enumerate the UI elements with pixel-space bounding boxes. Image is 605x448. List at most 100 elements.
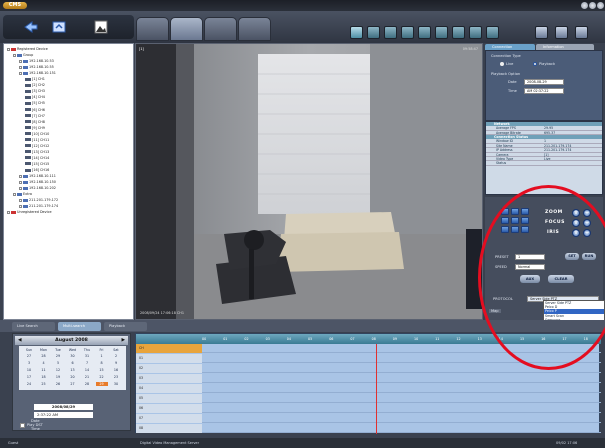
calendar-day[interactable]: 20 [67,375,79,379]
tree-node[interactable]: 192.168.10.202 [19,186,56,190]
device-connect-icon[interactable] [23,19,39,35]
tree-node[interactable]: [14] CH14 [25,156,49,160]
timeline-channel-label[interactable]: CH [136,344,202,353]
timeline-channel-label[interactable]: 04 [136,384,202,393]
layout-1-button[interactable] [350,26,363,39]
timeline-channel-label[interactable]: 07 [136,414,202,423]
image-capture-icon[interactable] [93,19,109,35]
timeline-channel-label[interactable]: 08 [136,424,202,433]
calendar-day[interactable]: 29 [52,354,64,358]
play-dst-checkbox[interactable] [20,423,25,428]
calendar-day[interactable]: 6 [67,361,79,365]
time-field[interactable]: AM 02:37:22 [524,88,564,94]
calendar-day[interactable]: 5 [52,361,64,365]
calendar-day[interactable]: 2 [110,354,122,358]
maximize-icon[interactable] [589,2,596,9]
expand-icon[interactable] [7,47,10,51]
layout-16-button[interactable] [469,26,482,39]
timeline-channel-label[interactable]: 06 [136,404,202,413]
calendar-day[interactable]: 13 [67,368,79,372]
timeline-channel-label[interactable]: 05 [136,394,202,403]
tab-config[interactable] [238,17,271,41]
tree-node[interactable]: Group [13,53,33,57]
calendar-day[interactable]: 30 [110,382,122,386]
calendar-day[interactable]: 15 [96,368,108,372]
expand-icon[interactable] [19,198,22,202]
calendar-day[interactable]: 3 [23,361,35,365]
next-month-icon[interactable]: ▶ [121,336,125,345]
expand-icon[interactable] [19,71,22,75]
layout-4-button[interactable] [367,26,380,39]
tree-node[interactable]: Registered Device [7,47,48,51]
calendar-day[interactable]: 18 [38,375,50,379]
tree-node[interactable]: [2] CH2 [25,83,45,87]
calendar-day[interactable]: 31 [81,354,93,358]
time-display[interactable]: 2:37:22 AM [34,412,93,418]
timeline-channel-label[interactable]: 02 [136,364,202,373]
tree-node[interactable]: [11] CH11 [25,138,49,142]
timeline-channel-label[interactable]: 03 [136,374,202,383]
calendar-day[interactable]: 19 [52,375,64,379]
calendar-day[interactable]: 10 [23,368,35,372]
expand-icon[interactable] [19,204,22,208]
calendar-day[interactable]: 28 [38,354,50,358]
calendar-day[interactable]: 22 [96,375,108,379]
timeline-row[interactable]: 08 [136,424,601,433]
live-radio[interactable] [500,62,504,66]
timeline-channel-label[interactable]: 01 [136,354,202,363]
calendar-day[interactable]: 17 [23,375,35,379]
search-icon[interactable] [555,26,568,39]
timeline-row[interactable]: 06 [136,404,601,413]
tab-live[interactable] [136,17,169,41]
tab-playback[interactable]: Playback [104,322,147,331]
calendar-day[interactable]: 23 [110,375,122,379]
calendar-day[interactable]: 29 [95,382,108,386]
calendar-day[interactable]: 4 [38,361,50,365]
tree-node[interactable]: [7] CH7 [25,114,45,118]
tree-node[interactable]: [13] CH13 [25,150,49,154]
timeline-row[interactable]: 04 [136,384,601,393]
close-icon[interactable] [597,2,604,9]
tree-node[interactable]: 211.201.179.172 [19,198,58,202]
tab-live-search[interactable]: Live Search [12,322,55,331]
tree-node[interactable]: [4] CH4 [25,95,45,99]
expand-icon[interactable] [19,180,22,184]
expand-icon[interactable] [19,174,22,178]
tree-node[interactable]: [3] CH3 [25,89,45,93]
expand-icon[interactable] [19,186,22,190]
calendar-day[interactable]: 24 [23,382,35,386]
tree-node[interactable]: [8] CH8 [25,120,45,124]
tree-node[interactable]: 192.168.10.150 [19,180,56,184]
device-settings-icon[interactable] [51,19,67,35]
tree-node[interactable]: 192.168.10.111 [19,174,56,178]
calendar-day[interactable]: 14 [81,368,93,372]
calendar-day[interactable]: 8 [96,361,108,365]
calendar-day[interactable]: 12 [52,368,64,372]
tree-node[interactable]: [6] CH6 [25,108,45,112]
tree-node[interactable]: [9] CH9 [25,126,45,130]
calendar-day[interactable]: 11 [38,368,50,372]
layout-13-button[interactable] [452,26,465,39]
calendar-day[interactable]: 16 [110,368,122,372]
tree-node[interactable]: [10] CH10 [25,132,49,136]
calendar-day[interactable]: 1 [96,354,108,358]
tree-node[interactable]: 192.168.10.53 [19,59,54,63]
date-display[interactable]: 2008/08/29 [34,404,93,410]
date-field[interactable]: 2008-08-29 [524,79,564,85]
tree-node[interactable]: 192.168.10.55 [19,65,54,69]
minimize-icon[interactable] [581,2,588,9]
calendar-day[interactable]: 27 [23,354,35,358]
timeline-row[interactable]: 05 [136,394,601,403]
timeline-row[interactable]: 03 [136,374,601,383]
timeline-cursor[interactable] [376,344,377,434]
calendar-day[interactable]: 7 [81,361,93,365]
calendar-day[interactable]: 27 [67,382,79,386]
tree-node[interactable]: [1] CH1 [25,77,45,81]
calendar-day[interactable]: 25 [38,382,50,386]
tab-multi-search[interactable]: Multi-search [58,322,101,331]
tree-node[interactable]: Unregistered Device [7,210,52,214]
layout-10-button[interactable] [435,26,448,39]
timeline-row[interactable]: 07 [136,414,601,423]
tab-search[interactable] [170,17,203,41]
expand-icon[interactable] [7,210,10,214]
